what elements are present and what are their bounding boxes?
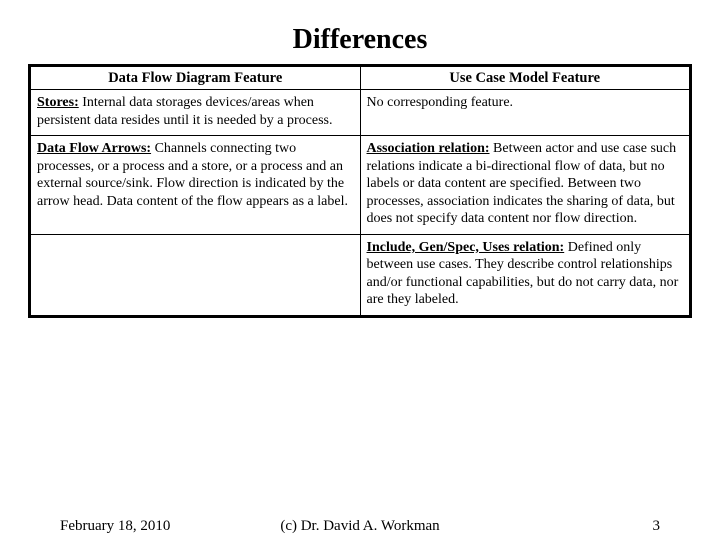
- comparison-table-wrap: Data Flow Diagram Feature Use Case Model…: [28, 64, 692, 318]
- term-label: Include, Gen/Spec, Uses relation:: [367, 240, 565, 255]
- slide: Differences Data Flow Diagram Feature Us…: [0, 0, 720, 540]
- term-label: Association relation:: [367, 141, 490, 156]
- comparison-table: Data Flow Diagram Feature Use Case Model…: [28, 64, 692, 318]
- cell-left: [30, 234, 361, 316]
- table-row: Data Flow Arrows: Channels connecting tw…: [30, 136, 691, 235]
- cell-right: Include, Gen/Spec, Uses relation: Define…: [360, 234, 691, 316]
- cell-text: No corresponding feature.: [367, 95, 514, 110]
- table-header-row: Data Flow Diagram Feature Use Case Model…: [30, 66, 691, 90]
- page-title: Differences: [0, 0, 720, 64]
- term-label: Stores:: [37, 95, 79, 110]
- header-left: Data Flow Diagram Feature: [30, 66, 361, 90]
- table-row: Stores: Internal data storages devices/a…: [30, 90, 691, 136]
- cell-left: Data Flow Arrows: Channels connecting tw…: [30, 136, 361, 235]
- cell-left: Stores: Internal data storages devices/a…: [30, 90, 361, 136]
- footer-page-number: 3: [653, 518, 661, 535]
- cell-text: Internal data storages devices/areas whe…: [37, 95, 332, 128]
- cell-right: No corresponding feature.: [360, 90, 691, 136]
- cell-right: Association relation: Between actor and …: [360, 136, 691, 235]
- table-row: Include, Gen/Spec, Uses relation: Define…: [30, 234, 691, 316]
- header-right: Use Case Model Feature: [360, 66, 691, 90]
- footer-copyright: (c) Dr. David A. Workman: [0, 518, 720, 535]
- term-label: Data Flow Arrows:: [37, 141, 151, 156]
